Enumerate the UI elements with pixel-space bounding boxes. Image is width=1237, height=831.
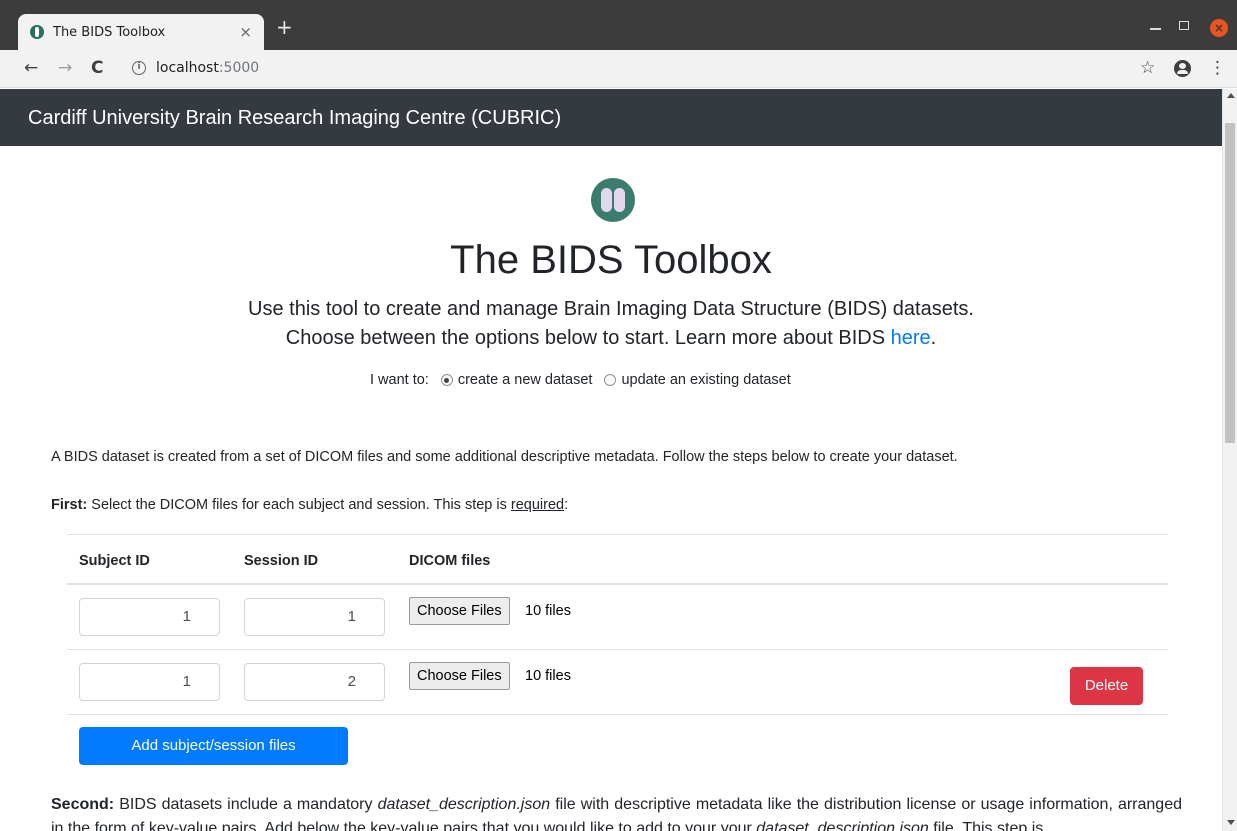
subject-id-input[interactable]: 1 xyxy=(79,663,220,701)
radio-update-dataset[interactable] xyxy=(604,374,617,386)
scroll-down-icon[interactable] xyxy=(1227,820,1235,825)
navbar-brand[interactable]: Cardiff University Brain Research Imagin… xyxy=(28,106,561,130)
add-subject-session-button[interactable]: Add subject/session files xyxy=(79,727,348,765)
second-step-text: Second: BIDS datasets include a mandator… xyxy=(51,793,1182,831)
mode-label: I want to: xyxy=(370,372,429,388)
delete-row-button[interactable]: Delete xyxy=(1070,667,1143,705)
radio-create-label[interactable]: create a new dataset xyxy=(458,371,593,389)
intro-text: A BIDS dataset is created from a set of … xyxy=(51,449,958,465)
file-count: 10 files xyxy=(525,603,571,619)
address-bar[interactable]: localhost:5000 xyxy=(156,60,259,76)
table-row: 1 1 Choose Files 10 files xyxy=(67,585,1168,650)
profile-icon[interactable] xyxy=(1174,60,1191,77)
lead-text: Use this tool to create and manage Brain… xyxy=(248,298,974,320)
radio-create-dataset[interactable] xyxy=(440,374,453,386)
page-scrollbar[interactable] xyxy=(1222,89,1237,831)
lead-text-learn-more: Choose between the options below to star… xyxy=(0,326,1222,350)
reload-icon[interactable]: C xyxy=(91,58,103,78)
close-icon[interactable]: × xyxy=(239,24,252,40)
first-step-suffix: : xyxy=(564,497,569,513)
kebab-menu-icon[interactable]: ⋮ xyxy=(1209,58,1226,78)
page-title: The BIDS Toolbox xyxy=(450,238,772,282)
first-step-text: First: Select the DICOM files for each s… xyxy=(51,494,1182,516)
bids-here-link[interactable]: here xyxy=(891,327,931,349)
scroll-thumb[interactable] xyxy=(1225,123,1235,443)
dataset-description-filename: dataset_description.json xyxy=(756,820,929,831)
header-subject-id: Subject ID xyxy=(79,553,150,569)
mode-selector: I want to: create a new dataset update a… xyxy=(370,371,791,389)
scroll-up-icon[interactable] xyxy=(1227,93,1235,98)
first-step-required: required xyxy=(510,497,565,513)
browser-toolbar: ← → C i localhost:5000 ☆ ⋮ xyxy=(0,50,1237,88)
first-step-body: Select the DICOM files for each subject … xyxy=(87,497,511,513)
minimize-icon[interactable] xyxy=(1150,28,1161,30)
favicon-icon xyxy=(30,25,44,39)
brain-right-lobe xyxy=(614,188,625,212)
page-viewport: Cardiff University Brain Research Imagin… xyxy=(0,89,1222,831)
url-port: :5000 xyxy=(218,60,260,76)
session-id-input[interactable]: 2 xyxy=(244,663,385,701)
subject-id-input[interactable]: 1 xyxy=(79,598,220,636)
lead-suffix: . xyxy=(930,327,937,349)
choose-files-button[interactable]: Choose Files xyxy=(409,597,510,625)
choose-files-button[interactable]: Choose Files xyxy=(409,662,510,690)
site-navbar: Cardiff University Brain Research Imagin… xyxy=(0,89,1222,146)
star-icon[interactable]: ☆ xyxy=(1140,58,1155,78)
forward-arrow-icon[interactable]: → xyxy=(58,58,72,78)
second-step-body-1: BIDS datasets include a mandatory xyxy=(114,796,378,813)
brain-left-lobe xyxy=(601,188,612,212)
header-dicom-files: DICOM files xyxy=(409,553,491,569)
dataset-description-filename: dataset_description.json xyxy=(377,796,551,813)
header-session-id: Session ID xyxy=(244,553,319,569)
session-id-input[interactable]: 1 xyxy=(244,598,385,636)
table-header: Subject ID Session ID DICOM files xyxy=(67,534,1168,585)
brain-logo-icon xyxy=(591,178,635,222)
lead-prefix: Choose between the options below to star… xyxy=(285,327,891,349)
radio-update-label[interactable]: update an existing dataset xyxy=(621,371,790,389)
tab-title: The BIDS Toolbox xyxy=(53,24,166,40)
window-close-icon[interactable]: × xyxy=(1210,19,1228,37)
url-host: localhost xyxy=(156,60,219,76)
back-arrow-icon[interactable]: ← xyxy=(24,58,38,78)
file-count: 10 files xyxy=(525,668,571,684)
info-icon[interactable]: i xyxy=(132,61,146,75)
first-step-bold: First: xyxy=(51,497,88,513)
table-row: 1 2 Choose Files 10 files Delete xyxy=(67,650,1168,715)
second-step-bold: Second: xyxy=(51,796,115,813)
browser-tab[interactable]: The BIDS Toolbox × xyxy=(18,14,264,50)
browser-tab-strip: The BIDS Toolbox × + × xyxy=(0,0,1237,50)
plus-icon[interactable]: + xyxy=(276,17,293,37)
second-step-body-3: file. This step is xyxy=(928,820,1044,831)
maximize-icon[interactable] xyxy=(1179,21,1189,30)
